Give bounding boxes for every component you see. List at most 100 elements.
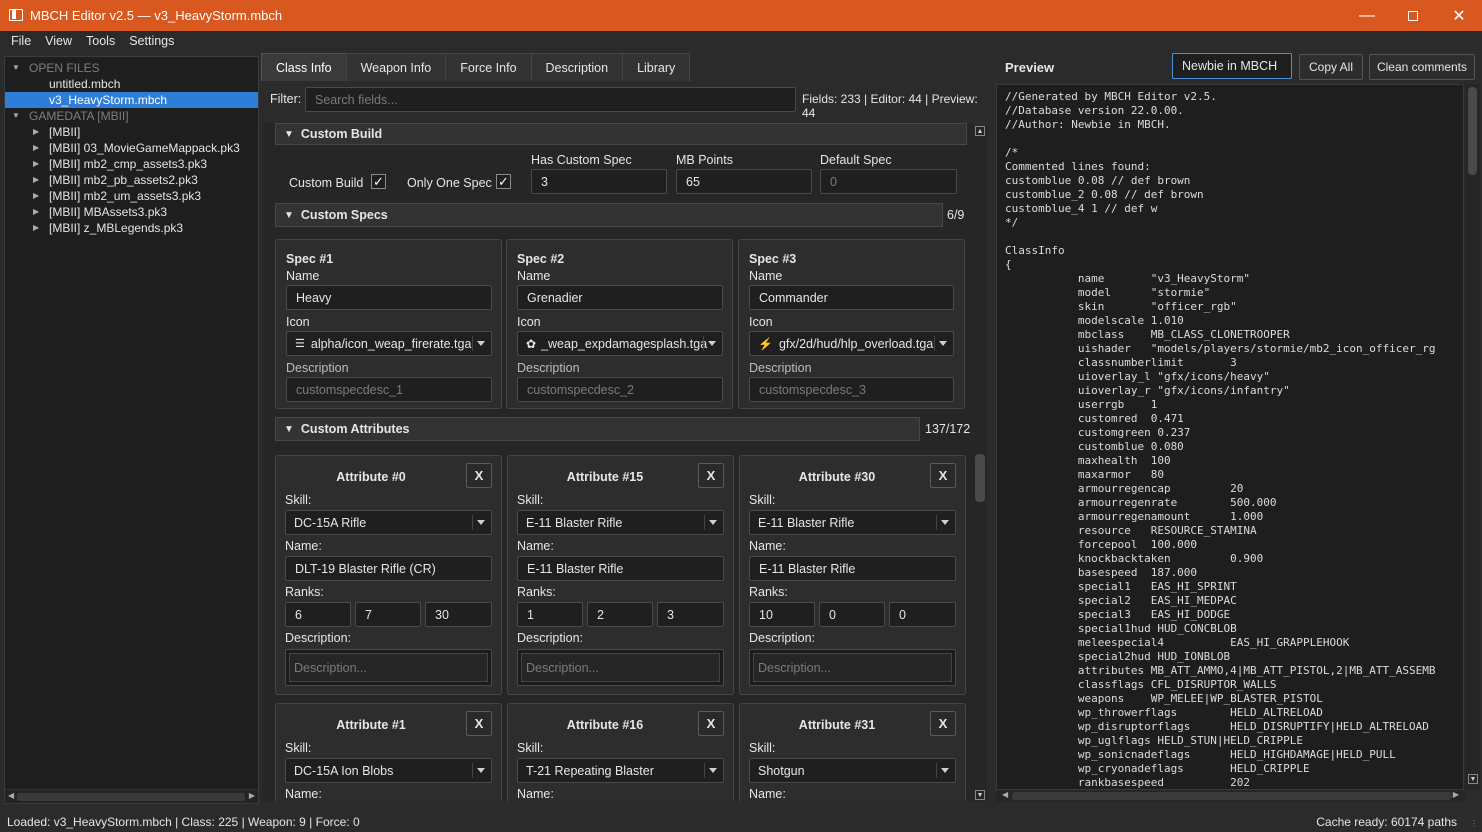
tree-item-pak[interactable]: ▶ [MBII] mb2_pb_assets2.pk3 [5, 172, 258, 188]
skill-select[interactable]: E-11 Blaster Rifle [517, 510, 724, 535]
remove-attribute-button[interactable]: X [466, 711, 492, 736]
status-right: Cache ready: 60174 paths [1316, 815, 1457, 829]
close-button[interactable]: ✕ [1436, 0, 1482, 31]
rank-input[interactable]: 0 [819, 602, 885, 627]
skill-select[interactable]: T-21 Repeating Blaster [517, 758, 724, 783]
scroll-thumb[interactable] [1468, 87, 1477, 175]
editor-scroll-area[interactable]: ▼ Custom Build Has Custom Spec MB Points … [263, 123, 973, 801]
scroll-thumb[interactable] [17, 793, 245, 801]
tab-weapon-info[interactable]: Weapon Info [345, 53, 447, 81]
scroll-up-icon[interactable]: ▲ [975, 126, 985, 136]
ranks-label: Ranks: [749, 585, 788, 599]
spec-name-input[interactable]: Grenadier [517, 285, 723, 310]
tree-item-file-selected[interactable]: v3_HeavyStorm.mbch [5, 92, 258, 108]
filter-input[interactable]: Search fields... [305, 87, 796, 112]
resize-grip-icon[interactable]: ⋮ [1470, 819, 1478, 828]
rank-input[interactable]: 0 [889, 602, 956, 627]
menu-file[interactable]: File [4, 31, 38, 53]
rank-input[interactable]: 1 [517, 602, 583, 627]
only-one-spec-checkbox[interactable]: ✓ [496, 174, 511, 189]
tab-description[interactable]: Description [530, 53, 624, 81]
mb-points-input[interactable]: 65 [676, 169, 812, 194]
spec-desc-input[interactable]: customspecdesc_3 [749, 377, 954, 402]
skill-select[interactable]: DC-15A Rifle [285, 510, 492, 535]
spec-desc-input[interactable]: customspecdesc_2 [517, 377, 723, 402]
spec-icon-value: alpha/icon_weap_firerate.tga [310, 336, 472, 351]
remove-attribute-button[interactable]: X [698, 463, 724, 488]
scroll-right-icon[interactable]: ▶ [1453, 790, 1459, 799]
remove-attribute-button[interactable]: X [466, 463, 492, 488]
clean-comments-button[interactable]: Clean comments [1369, 54, 1475, 80]
remove-attribute-button[interactable]: X [930, 463, 956, 488]
scroll-thumb[interactable] [1012, 792, 1452, 800]
code-line: armourregenamount 1.000 [1005, 510, 1264, 523]
menu-tools[interactable]: Tools [79, 31, 122, 53]
tree-item-pak[interactable]: ▶ [MBII] z_MBLegends.pk3 [5, 220, 258, 236]
tree-item-file[interactable]: untitled.mbch [5, 76, 258, 92]
code-line: special1 EAS_HI_SPRINT [1005, 580, 1237, 593]
rank-input[interactable]: 2 [587, 602, 653, 627]
spec-name-input[interactable]: Commander [749, 285, 954, 310]
code-line: maxhealth 100 [1005, 454, 1171, 467]
chevron-down-icon [939, 340, 947, 346]
author-input[interactable]: Newbie in MBCH [1172, 53, 1292, 79]
rank-input[interactable]: 7 [355, 602, 421, 627]
tree-item-pak[interactable]: ▶ [MBII] 03_MovieGameMappack.pk3 [5, 140, 258, 156]
rank-input[interactable]: 3 [657, 602, 724, 627]
copy-all-button[interactable]: Copy All [1299, 54, 1363, 80]
scroll-right-icon[interactable]: ▶ [249, 791, 255, 800]
tree-item-pak[interactable]: ▶ [MBII] mb2_um_assets3.pk3 [5, 188, 258, 204]
editor-vertical-scrollbar[interactable]: ▲ ▼ [973, 126, 987, 802]
attr-name-input[interactable]: E-11 Blaster Rifle [517, 556, 724, 581]
rank-input[interactable]: 30 [425, 602, 492, 627]
section-custom-build[interactable]: ▼ Custom Build [275, 123, 967, 145]
rank-input[interactable]: 10 [749, 602, 815, 627]
tree-horizontal-scrollbar[interactable]: ◀ ▶ [5, 789, 258, 803]
attr-desc-input[interactable]: Description... [517, 649, 724, 686]
attr-desc-input[interactable]: Description... [749, 649, 956, 686]
preview-horizontal-scrollbar[interactable]: ◀ ▶ [996, 790, 1465, 802]
tab-force-info[interactable]: Force Info [445, 53, 532, 81]
scroll-down-icon[interactable]: ▼ [975, 790, 985, 800]
spec-icon-select[interactable]: ✿ _weap_expdamagesplash.tga [517, 331, 723, 356]
tree-item-pak[interactable]: ▶ [MBII] [5, 124, 258, 140]
tab-class-info[interactable]: Class Info [261, 53, 347, 81]
chevron-right-icon: ▶ [33, 175, 40, 184]
skill-select[interactable]: DC-15A Ion Blobs [285, 758, 492, 783]
code-line: //Author: Newbie in MBCH. [1005, 118, 1171, 131]
scroll-left-icon[interactable]: ◀ [8, 791, 14, 800]
section-custom-specs[interactable]: ▼ Custom Specs [275, 203, 943, 227]
menu-settings[interactable]: Settings [122, 31, 181, 53]
menu-view[interactable]: View [38, 31, 79, 53]
spec-name-input[interactable]: Heavy [286, 285, 492, 310]
attr-desc-input[interactable]: Description... [285, 649, 492, 686]
spec-icon-select[interactable]: ⚡ gfx/2d/hud/hlp_overload.tga [749, 331, 954, 356]
scroll-down-icon[interactable]: ▼ [1468, 774, 1478, 784]
code-line: attributes MB_ATT_AMMO,4|MB_ATT_PISTOL,2… [1005, 664, 1436, 677]
maximize-button[interactable] [1390, 0, 1436, 31]
attr-name-input[interactable]: DLT-19 Blaster Rifle (CR) [285, 556, 492, 581]
preview-code[interactable]: //Generated by MBCH Editor v2.5.//Databa… [996, 84, 1464, 790]
spec-icon-select[interactable]: ☰ alpha/icon_weap_firerate.tga [286, 331, 492, 356]
tree-item-pak[interactable]: ▶ [MBII] MBAssets3.pk3 [5, 204, 258, 220]
section-custom-attributes[interactable]: ▼ Custom Attributes [275, 417, 920, 441]
preview-vertical-scrollbar[interactable]: ▼ [1465, 84, 1480, 790]
scroll-thumb[interactable] [975, 454, 985, 502]
tree-header-open-files[interactable]: ▼ OPEN FILES [5, 60, 258, 76]
tree-header-gamedata[interactable]: ▼ GAMEDATA [MBII] [5, 108, 258, 124]
tree-item-pak[interactable]: ▶ [MBII] mb2_cmp_assets3.pk3 [5, 156, 258, 172]
tab-library[interactable]: Library [622, 53, 691, 81]
custom-build-checkbox[interactable]: ✓ [371, 174, 386, 189]
minimize-button[interactable]: — [1344, 0, 1390, 31]
chevron-down-icon [941, 767, 949, 773]
skill-select[interactable]: E-11 Blaster Rifle [749, 510, 956, 535]
has-custom-spec-input[interactable]: 3 [531, 169, 667, 194]
default-spec-input[interactable]: 0 [820, 169, 957, 194]
remove-attribute-button[interactable]: X [698, 711, 724, 736]
spec-desc-input[interactable]: customspecdesc_1 [286, 377, 492, 402]
scroll-left-icon[interactable]: ◀ [1002, 790, 1008, 799]
attr-name-input[interactable]: E-11 Blaster Rifle [749, 556, 956, 581]
skill-select[interactable]: Shotgun [749, 758, 956, 783]
rank-input[interactable]: 6 [285, 602, 351, 627]
remove-attribute-button[interactable]: X [930, 711, 956, 736]
